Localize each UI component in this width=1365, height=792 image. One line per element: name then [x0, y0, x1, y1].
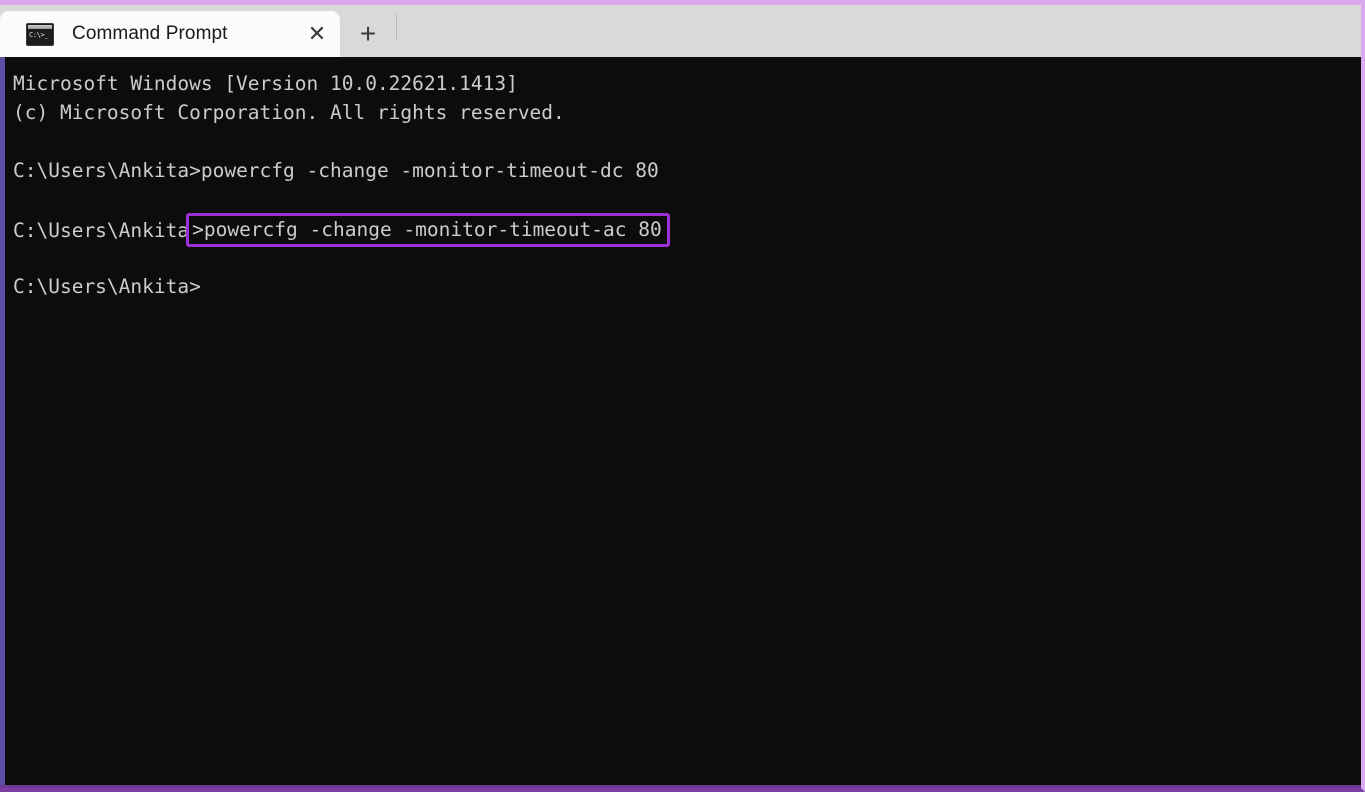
terminal-pane[interactable]: Microsoft Windows [Version 10.0.22621.14…: [0, 57, 1361, 788]
terminal-prompt: C:\Users\Ankita: [13, 219, 189, 242]
tab-strip: C:\>_ Command Prompt ✕ + ⱟ: [0, 5, 453, 57]
terminal-bottom-accent: [0, 785, 1361, 788]
terminal-line: (c) Microsoft Corporation. All rights re…: [13, 98, 1361, 127]
terminal-line: C:\Users\Ankita>powercfg -change -monito…: [13, 156, 1361, 185]
command-prompt-icon: C:\>_: [26, 23, 54, 46]
highlighted-command: >powercfg -change -monitor-timeout-ac 80: [186, 213, 670, 247]
terminal-prompt: C:\Users\Ankita>: [13, 275, 201, 298]
terminal-text: Microsoft Windows [Version 10.0.22621.14…: [13, 72, 518, 95]
terminal-text: (c) Microsoft Corporation. All rights re…: [13, 101, 565, 124]
close-icon[interactable]: ✕: [294, 11, 340, 57]
terminal-blank-line: [13, 127, 1361, 156]
title-bar: C:\>_ Command Prompt ✕ + ⱟ: [0, 5, 1361, 57]
terminal-blank-line: [13, 185, 1361, 214]
command-prompt-icon-glyph: C:\>_: [29, 31, 48, 39]
terminal-command: powercfg -change -monitor-timeout-dc 80: [201, 159, 659, 182]
terminal-prompt: C:\Users\Ankita>: [13, 159, 201, 182]
tab-label: Command Prompt: [72, 23, 294, 45]
terminal-output: Microsoft Windows [Version 10.0.22621.14…: [0, 69, 1361, 301]
terminal-blank-line: [13, 243, 1361, 272]
terminal-line: C:\Users\Ankita>powercfg -change -monito…: [13, 214, 1361, 243]
tab-command-prompt[interactable]: C:\>_ Command Prompt ✕: [0, 11, 340, 57]
chevron-down-icon[interactable]: ⱟ: [397, 11, 453, 57]
command-prompt-window: C:\>_ Command Prompt ✕ + ⱟ Microsoft Win…: [0, 0, 1365, 792]
terminal-line: C:\Users\Ankita>: [13, 272, 1361, 301]
terminal-line: Microsoft Windows [Version 10.0.22621.14…: [13, 69, 1361, 98]
new-tab-button[interactable]: +: [340, 11, 396, 57]
